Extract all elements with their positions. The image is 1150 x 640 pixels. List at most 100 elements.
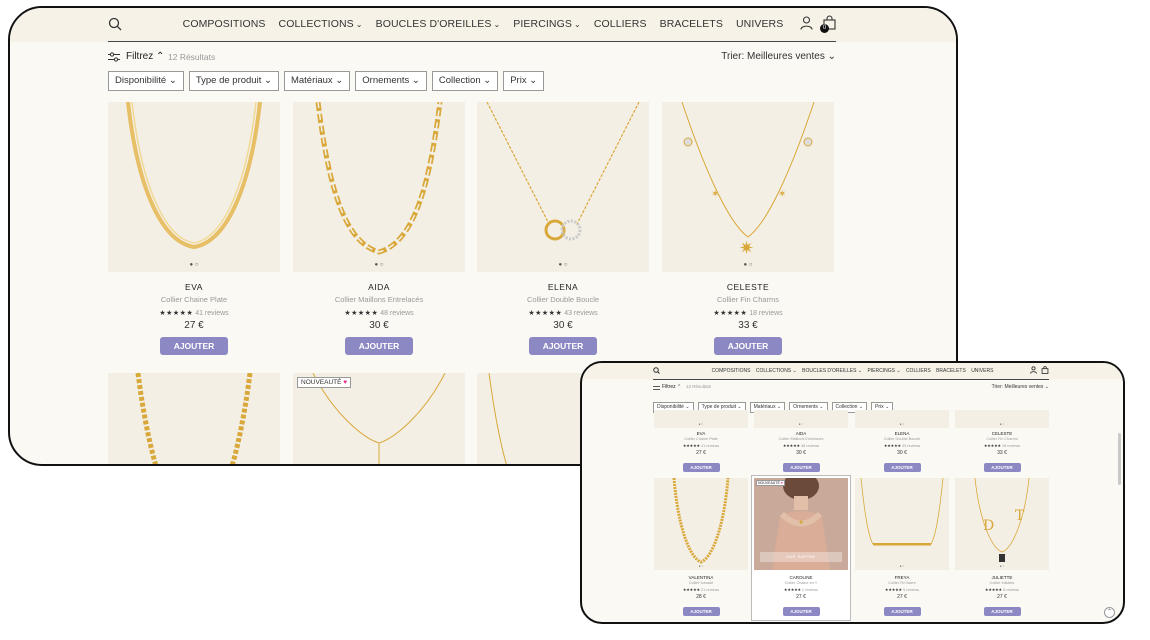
- site-header: COMPOSITIONS COLLECTIONS ⌄ BOUCLES D'OREI…: [10, 8, 956, 42]
- product-subtitle: Collier Maillons Entrelacés: [334, 295, 424, 304]
- add-to-cart-button[interactable]: AJOUTER: [983, 607, 1021, 616]
- add-to-cart-button[interactable]: AJOUTER: [883, 463, 921, 472]
- sort-select[interactable]: Trier: Meilleures ventes ⌄: [721, 51, 836, 62]
- nav-item-compositions[interactable]: COMPOSITIONS: [183, 18, 266, 30]
- product-card-aida[interactable]: ● ○ AIDA Collier Maillons Entrelacés ★★★…: [754, 410, 848, 474]
- product-name[interactable]: ELENA: [855, 431, 949, 436]
- filter-chip-materiaux[interactable]: Matériaux ⌄: [283, 71, 351, 91]
- product-image[interactable]: ● ○: [754, 410, 848, 428]
- product-card-caroline[interactable]: NOUVEAUTÉ ♥: [293, 373, 465, 464]
- nav-item-colliers[interactable]: COLLIERS: [906, 368, 931, 374]
- product-price: 33 €: [738, 320, 758, 331]
- nav-item-boucles[interactable]: BOUCLES D'OREILLES ⌄: [376, 18, 501, 30]
- product-rating: ★★★★★ 21 reviews: [682, 588, 720, 592]
- add-to-cart-button[interactable]: AJOUTER: [682, 463, 720, 472]
- product-name[interactable]: ELENA: [477, 282, 649, 292]
- product-name[interactable]: AIDA: [754, 431, 848, 436]
- product-card-elena[interactable]: ● ○ ELENA Collier Double Boucle ★★★★★ 43…: [477, 102, 649, 355]
- add-to-cart-button[interactable]: AJOUTER: [714, 337, 782, 355]
- product-image[interactable]: ● ○: [855, 410, 949, 428]
- product-name[interactable]: JULIETTE: [955, 575, 1049, 580]
- filter-toggle[interactable]: Filtrez ⌃: [126, 51, 164, 62]
- product-image[interactable]: [108, 373, 280, 464]
- collection-toolbar: Filtrez ⌃ 12 Résultats Trier: Meilleures…: [653, 384, 1049, 392]
- product-image[interactable]: ● ○: [654, 478, 748, 570]
- product-card-aida[interactable]: ● ○ AIDA Collier Maillons Entrelacés ★★★…: [293, 102, 465, 355]
- product-card-freya[interactable]: ● ○ FREYA Collier Fin Barre ★★★★★ 9 revi…: [855, 478, 949, 618]
- scrollbar-thumb[interactable]: [1118, 433, 1121, 485]
- product-image[interactable]: ● ○: [293, 102, 465, 272]
- product-name[interactable]: CELESTE: [955, 431, 1049, 436]
- product-card-elena[interactable]: ● ○ ELENA Collier Double Boucle ★★★★★ 43…: [855, 410, 949, 474]
- nav-item-bracelets[interactable]: BRACELETS: [660, 18, 723, 30]
- filter-toggle[interactable]: Filtrez ⌃: [662, 384, 681, 390]
- product-image[interactable]: ● ○: [955, 410, 1049, 428]
- filter-sliders-icon[interactable]: [108, 52, 120, 62]
- image-pagination[interactable]: ● ○: [293, 262, 465, 268]
- product-image[interactable]: NOUVEAUTÉ ♥: [293, 373, 465, 464]
- nav-item-boucles[interactable]: BOUCLES D'OREILLES ⌄: [802, 368, 862, 374]
- add-to-cart-button[interactable]: AJOUTER: [682, 607, 720, 616]
- add-to-cart-button[interactable]: AJOUTER: [529, 337, 597, 355]
- nav-item-bracelets[interactable]: BRACELETS: [936, 368, 966, 374]
- product-card-eva[interactable]: ● ○ EVA Collier Chaine Plate ★★★★★ 41 re…: [108, 102, 280, 355]
- add-to-cart-button[interactable]: AJOUTER: [983, 463, 1021, 472]
- product-image[interactable]: ● ○: [477, 102, 649, 272]
- product-name[interactable]: CAROLINE: [754, 575, 848, 580]
- product-rating: ★★★★★ 18 reviews: [983, 444, 1021, 448]
- nav-item-univers[interactable]: UNIVERS: [736, 18, 783, 30]
- filter-chip-type[interactable]: Type de produit ⌄: [188, 71, 279, 91]
- product-name[interactable]: EVA: [654, 431, 748, 436]
- nav-item-collections[interactable]: COLLECTIONS ⌄: [279, 18, 363, 30]
- sort-select[interactable]: Trier: Meilleures ventes ⌄: [992, 384, 1049, 390]
- add-to-cart-button[interactable]: AJOUTER: [345, 337, 413, 355]
- product-name[interactable]: VALENTINA: [654, 575, 748, 580]
- filter-sliders-icon[interactable]: [653, 385, 660, 391]
- product-card-valentina[interactable]: [108, 373, 280, 464]
- product-card-juliette[interactable]: D T ● ○ JULIETTE Collier Initiales ★★★★★…: [955, 478, 1049, 618]
- product-name[interactable]: EVA: [108, 282, 280, 292]
- nav-item-colliers[interactable]: COLLIERS: [594, 18, 647, 30]
- nav-item-piercings[interactable]: PIERCINGS ⌄: [867, 368, 900, 374]
- scroll-to-top-button[interactable]: ⌃: [1104, 607, 1115, 618]
- product-image[interactable]: NOUVEAUTÉ ♥ VUE RAPIDE: [754, 478, 848, 570]
- product-image[interactable]: ● ○: [654, 410, 748, 428]
- filter-chip-collection[interactable]: Collection ⌄: [431, 71, 499, 91]
- quick-view-button[interactable]: VUE RAPIDE: [760, 552, 842, 562]
- product-image[interactable]: D T ● ○: [955, 478, 1049, 570]
- product-name[interactable]: AIDA: [293, 282, 465, 292]
- product-name[interactable]: FREYA: [855, 575, 949, 580]
- user-icon[interactable]: [800, 16, 813, 30]
- add-to-cart-button[interactable]: AJOUTER: [883, 607, 921, 616]
- filter-chip-prix[interactable]: Prix ⌄: [503, 71, 545, 91]
- nav-item-piercings[interactable]: PIERCINGS ⌄: [513, 18, 580, 30]
- product-image[interactable]: ✶ ✶ ✷ ● ○: [662, 102, 834, 272]
- cart-count-badge: 0: [820, 24, 829, 33]
- bag-icon[interactable]: [1041, 366, 1049, 374]
- chevron-up-icon: ⌃: [1106, 609, 1113, 615]
- add-to-cart-button[interactable]: AJOUTER: [160, 337, 228, 355]
- svg-text:✶: ✶: [711, 189, 719, 200]
- add-to-cart-button[interactable]: AJOUTER: [782, 607, 820, 616]
- product-card-caroline[interactable]: NOUVEAUTÉ ♥ VUE RAPIDE CAROLINE Collier …: [751, 475, 851, 621]
- new-badge: NOUVEAUTÉ ♥: [297, 377, 352, 388]
- product-card-valentina[interactable]: ● ○ VALENTINA Collier torsadé ★★★★★ 21 r…: [654, 478, 748, 618]
- add-to-cart-button[interactable]: AJOUTER: [782, 463, 820, 472]
- filter-chip-ornements[interactable]: Ornements ⌄: [355, 71, 427, 91]
- nav-item-collections[interactable]: COLLECTIONS ⌄: [756, 368, 797, 374]
- image-pagination[interactable]: ● ○: [108, 262, 280, 268]
- image-pagination[interactable]: ● ○: [477, 262, 649, 268]
- product-name[interactable]: CELESTE: [662, 282, 834, 292]
- product-image[interactable]: ● ○: [108, 102, 280, 272]
- product-card-celeste[interactable]: ● ○ CELESTE Collier Fin Charms ★★★★★ 18 …: [955, 410, 1049, 474]
- product-image[interactable]: ● ○: [855, 478, 949, 570]
- nav-item-univers[interactable]: UNIVERS: [971, 368, 993, 374]
- product-card-celeste[interactable]: ✶ ✶ ✷ ● ○ CELESTE Collier Fin Charms ★★★…: [662, 102, 834, 355]
- product-price: 27 €: [897, 594, 907, 600]
- filter-chip-disponibilite[interactable]: Disponibilité ⌄: [108, 71, 184, 91]
- chevron-down-icon: ⌄: [493, 20, 501, 29]
- product-card-eva[interactable]: ● ○ EVA Collier Chaine Plate ★★★★★ 41 re…: [654, 410, 748, 474]
- image-pagination[interactable]: ● ○: [662, 262, 834, 268]
- nav-item-compositions[interactable]: COMPOSITIONS: [712, 368, 751, 374]
- user-icon[interactable]: [1030, 366, 1037, 374]
